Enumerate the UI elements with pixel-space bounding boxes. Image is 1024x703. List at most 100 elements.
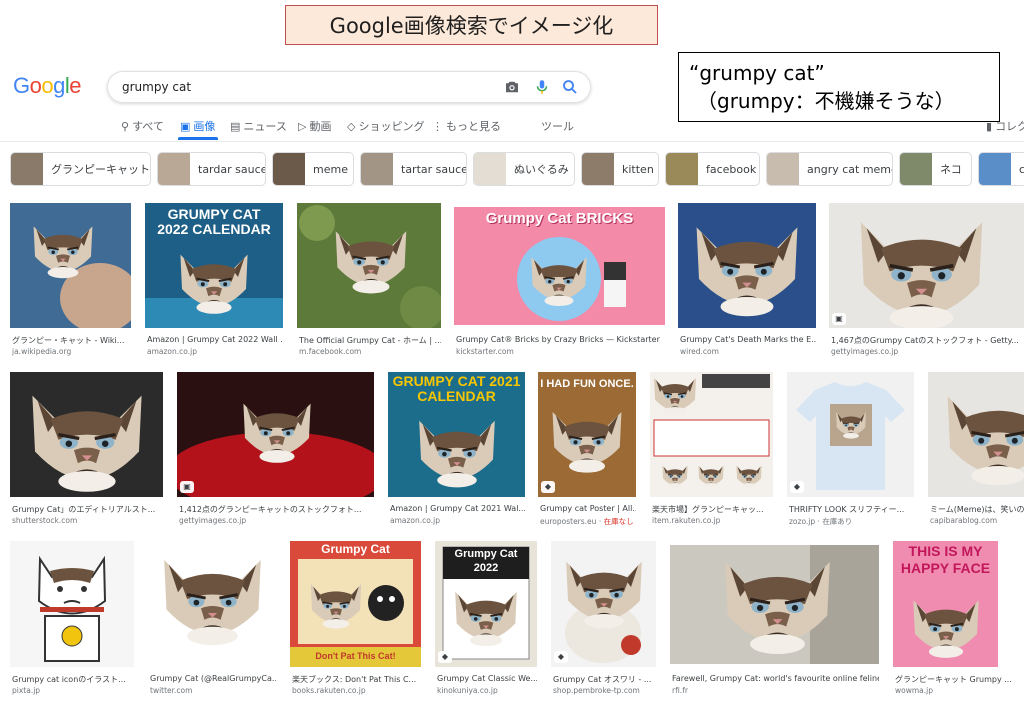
- result-caption-17[interactable]: Grumpy Cat Classic We...: [437, 674, 537, 683]
- chip-thumbnail: [900, 153, 932, 185]
- more-vert-icon: ⋮: [432, 119, 443, 133]
- result-caption-1[interactable]: グランピー・キャット - Wiki...: [12, 335, 130, 346]
- result-source-12[interactable]: zozo.jp · 在庫あり: [789, 516, 914, 527]
- video-icon: ▷: [298, 119, 307, 133]
- result-caption-6[interactable]: 1,467点のGrumpy Catのストックフォト - Getty...: [831, 335, 1024, 346]
- result-caption-7[interactable]: Grumpy Cat」のエディトリアルスト...: [12, 504, 163, 515]
- result-source-18[interactable]: shop.pembroke-tp.com: [553, 686, 656, 695]
- result-caption-11[interactable]: 楽天市場】グランピーキャッ...: [652, 504, 773, 515]
- microphone-icon[interactable]: [533, 78, 551, 96]
- news-icon: ▤: [230, 119, 241, 133]
- chip-kitten[interactable]: kitten: [581, 152, 659, 186]
- result-caption-4[interactable]: Grumpy Cat® Bricks by Crazy Bricks — Kic…: [456, 335, 665, 344]
- result-image-11[interactable]: [650, 372, 773, 497]
- result-image-6[interactable]: ▣: [829, 203, 1024, 328]
- result-source-20[interactable]: wowma.jp: [895, 686, 1015, 695]
- result-source-17[interactable]: kinokuniya.co.jp: [437, 686, 537, 695]
- result-image-13[interactable]: [928, 372, 1024, 497]
- result-image-1[interactable]: [10, 203, 131, 328]
- result-image-5[interactable]: [678, 203, 816, 328]
- tab-more[interactable]: ⋮ もっと見る: [432, 118, 501, 134]
- result-caption-15[interactable]: Grumpy Cat (@RealGrumpyCa...: [150, 674, 276, 683]
- result-source-14[interactable]: pixta.jp: [12, 686, 134, 695]
- result-source-9[interactable]: amazon.co.jp: [390, 516, 525, 525]
- result-image-15[interactable]: [148, 541, 276, 667]
- tab-all[interactable]: ⚲ すべて: [121, 118, 164, 134]
- result-image-3[interactable]: [297, 203, 441, 328]
- search-icon[interactable]: [561, 78, 579, 96]
- result-image-12[interactable]: ◆: [787, 372, 914, 497]
- result-image-10[interactable]: I HAD FUN ONCE. ◆: [538, 372, 636, 497]
- chip-grumpy-cat-ja[interactable]: グランピーキャット: [10, 152, 151, 186]
- result-source-3[interactable]: m.facebook.com: [299, 347, 441, 356]
- chip-angry-cat-meme[interactable]: angry cat meme: [766, 152, 893, 186]
- google-logo[interactable]: Google: [13, 73, 82, 99]
- tools-button[interactable]: ツール: [541, 118, 574, 134]
- result-source-7[interactable]: shutterstock.com: [12, 516, 163, 525]
- result-image-2[interactable]: GRUMPY CAT 2022 CALENDAR: [145, 203, 283, 328]
- tab-images[interactable]: ▣ 画像: [180, 118, 215, 134]
- result-image-17[interactable]: Grumpy Cat 2022 ◆: [435, 541, 537, 667]
- result-caption-19[interactable]: Farewell, Grumpy Cat: world's favourite …: [672, 674, 879, 683]
- result-source-13[interactable]: capibarablog.com: [930, 516, 1024, 525]
- result-image-16[interactable]: Grumpy Cat Don't Pat This Cat!: [290, 541, 421, 667]
- bookmark-icon: ▮: [986, 119, 993, 133]
- result-caption-8[interactable]: 1,412点のグランピーキャットのストックフォト...: [179, 504, 374, 515]
- book-title-overlay: Grumpy Cat: [321, 542, 390, 556]
- chip-thumbnail: [361, 153, 393, 185]
- tab-shopping[interactable]: ◇ ショッピング: [347, 118, 424, 134]
- result-image-19[interactable]: [670, 545, 879, 664]
- chip-plush[interactable]: ぬいぐるみ: [473, 152, 575, 186]
- chip-thumbnail: [767, 153, 799, 185]
- chip-tartar-sauce[interactable]: tartar sauce: [360, 152, 467, 186]
- result-source-5[interactable]: wired.com: [680, 347, 816, 356]
- result-image-14[interactable]: [10, 541, 134, 667]
- result-caption-18[interactable]: Grumpy Cat オスワリ - ...: [553, 674, 656, 685]
- result-caption-10[interactable]: Grumpy cat Poster | All...: [540, 504, 636, 513]
- chip-neko[interactable]: ネコ: [899, 152, 972, 186]
- tab-news[interactable]: ▤ ニュース: [230, 118, 287, 134]
- result-source-6[interactable]: gettyimages.co.jp: [831, 347, 1024, 356]
- result-image-8[interactable]: ▣: [177, 372, 374, 497]
- annotation-note: “grumpy cat” （grumpy：不機嫌そうな）: [678, 52, 1000, 122]
- result-source-4[interactable]: kickstarter.com: [456, 347, 665, 356]
- result-source-2[interactable]: amazon.co.jp: [147, 347, 283, 356]
- result-image-18[interactable]: ◆: [551, 541, 656, 667]
- search-box[interactable]: grumpy cat: [107, 71, 591, 103]
- camera-icon[interactable]: [503, 78, 521, 96]
- product-badge-icon: ◆: [541, 481, 555, 493]
- chip-facebook[interactable]: facebook: [665, 152, 760, 186]
- active-tab-indicator: [178, 137, 218, 140]
- result-source-11[interactable]: item.rakuten.co.jp: [652, 516, 773, 525]
- chip-c[interactable]: c: [978, 152, 1024, 186]
- result-image-4[interactable]: Grumpy Cat BRICKS: [454, 207, 665, 325]
- result-caption-5[interactable]: Grumpy Cat's Death Marks the E...: [680, 335, 816, 344]
- result-caption-14[interactable]: Grumpy cat iconのイラスト...: [12, 674, 134, 685]
- tab-videos[interactable]: ▷ 動画: [298, 118, 331, 134]
- search-icon: ⚲: [121, 119, 130, 133]
- result-caption-16[interactable]: 楽天ブックス: Don't Pat This C...: [292, 674, 421, 685]
- result-image-20[interactable]: THIS IS MY HAPPY FACE: [893, 541, 998, 667]
- annotation-title: Google画像検索でイメージ化: [285, 5, 658, 45]
- chip-meme[interactable]: meme: [272, 152, 354, 186]
- result-caption-2[interactable]: Amazon | Grumpy Cat 2022 Wall ...: [147, 335, 283, 344]
- result-caption-13[interactable]: ミーム(Meme)は、笑いの...: [930, 504, 1024, 515]
- result-caption-3[interactable]: The Official Grumpy Cat - ホーム | ...: [299, 335, 441, 346]
- result-source-16[interactable]: books.rakuten.co.jp: [292, 686, 421, 695]
- result-caption-20[interactable]: グランピーキャット Grumpy ...: [895, 674, 1015, 685]
- result-source-15[interactable]: twitter.com: [150, 686, 276, 695]
- result-image-9[interactable]: GRUMPY CAT 2021 CALENDAR: [388, 372, 525, 497]
- result-source-1[interactable]: ja.wikipedia.org: [12, 347, 130, 356]
- result-caption-12[interactable]: THRIFTY LOOK スリフティー...: [789, 504, 914, 515]
- chip-thumbnail: [158, 153, 190, 185]
- search-input[interactable]: grumpy cat: [122, 80, 191, 94]
- result-image-7[interactable]: [10, 372, 163, 497]
- result-source-10[interactable]: europosters.eu · 在庫なし: [540, 516, 636, 527]
- bricks-title-overlay: Grumpy Cat BRICKS: [485, 210, 634, 227]
- chip-tardar-sauce[interactable]: tardar sauce: [157, 152, 266, 186]
- result-source-19[interactable]: rfi.fr: [672, 686, 879, 695]
- result-caption-9[interactable]: Amazon | Grumpy Cat 2021 Wal...: [390, 504, 525, 513]
- collections-link[interactable]: ▮ コレク: [986, 118, 1024, 134]
- result-source-8[interactable]: gettyimages.co.jp: [179, 516, 374, 525]
- chip-thumbnail: [666, 153, 698, 185]
